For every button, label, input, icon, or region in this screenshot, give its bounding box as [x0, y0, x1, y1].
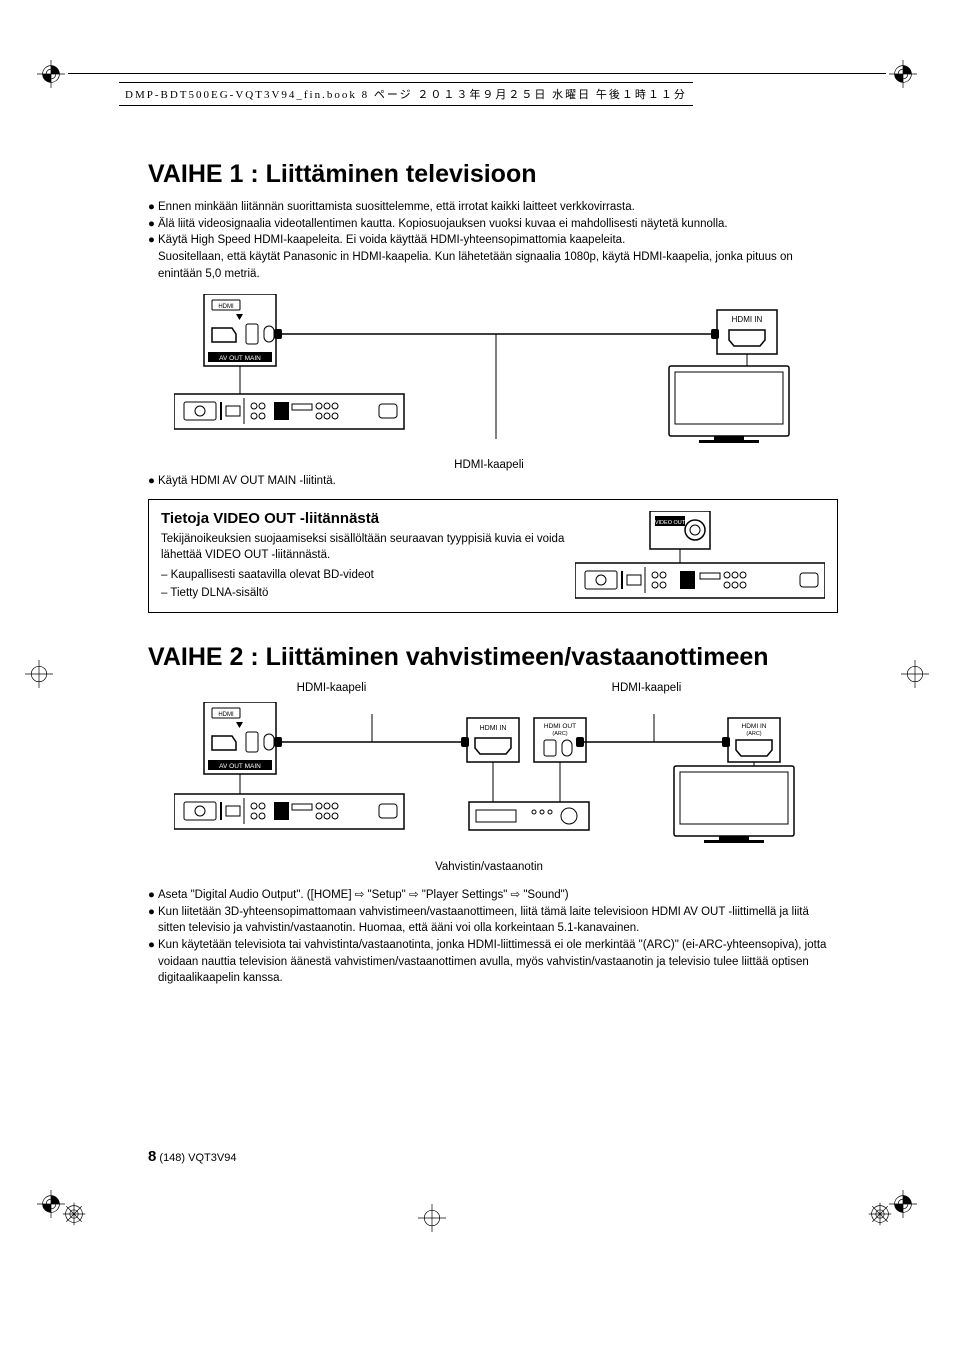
- s1-b2: Älä liitä videosignaalia videotallentime…: [158, 216, 728, 233]
- section1-title: VAIHE 1 : Liittäminen televisioon: [148, 160, 838, 189]
- info-d2: – Tietty DLNA-sisältö: [161, 585, 565, 602]
- s1-b1: Ennen minkään liitännän suorittamista su…: [158, 199, 635, 216]
- s1-b3: Käytä High Speed HDMI-kaapeleita. Ei voi…: [158, 232, 625, 249]
- crop-mark-bm: [418, 1204, 446, 1232]
- crop-mark-wheel-l: [60, 1200, 88, 1228]
- svg-text:HDMI OUT: HDMI OUT: [544, 723, 576, 730]
- crop-mark-tl: [37, 60, 65, 88]
- section2-bullets: ●Aseta "Digital Audio Output". ([HOME] ⇨…: [148, 887, 838, 987]
- doc-header: DMP-BDT500EG-VQT3V94_fin.book 8 ページ ２０１３…: [119, 82, 693, 106]
- amp-label: Vahvistin/vastaanotin: [174, 861, 804, 873]
- crop-mark-mr: [901, 660, 929, 688]
- svg-text:AV OUT MAIN: AV OUT MAIN: [219, 763, 261, 770]
- section2-title: VAIHE 2 : Liittäminen vahvistimeen/vasta…: [148, 643, 838, 672]
- s1-b3-sub: Suositellaan, että käytät Panasonic in H…: [148, 249, 838, 282]
- videoout-diagram: VIDEO OUT: [575, 511, 825, 601]
- info-p1: Tekijänoikeuksien suojaamiseksi sisällöl…: [161, 532, 565, 563]
- page-number: 8: [148, 1148, 156, 1165]
- hdmi-cable-label-left: HDMI-kaapeli: [174, 682, 489, 694]
- page-footer: 8 (148) VQT3V94: [148, 1148, 236, 1165]
- hdmi-cable-label-1: HDMI-kaapeli: [174, 459, 804, 471]
- svg-text:AV OUT MAIN: AV OUT MAIN: [219, 355, 261, 362]
- crop-mark-ml: [25, 660, 53, 688]
- crop-mark-tr: [889, 60, 917, 88]
- page-ref: (148) VQT3V94: [159, 1152, 236, 1164]
- s2-b3: Kun käytetään televisiota tai vahvistint…: [158, 937, 838, 987]
- svg-text:HDMI IN: HDMI IN: [742, 723, 767, 730]
- svg-text:HDMI IN: HDMI IN: [732, 315, 763, 324]
- svg-text:HDMI: HDMI: [218, 304, 234, 310]
- info-title: Tietoja VIDEO OUT -liitännästä: [161, 510, 565, 527]
- info-d1: – Kaupallisesti saatavilla olevat BD-vid…: [161, 567, 565, 584]
- svg-text:VIDEO OUT: VIDEO OUT: [655, 520, 686, 526]
- crop-line: [68, 73, 886, 74]
- svg-text:(ARC): (ARC): [746, 731, 761, 737]
- s1-note: Käytä HDMI AV OUT MAIN -liitintä.: [158, 475, 336, 487]
- section1-bullets: ●Ennen minkään liitännän suorittamista s…: [148, 199, 838, 282]
- svg-text:HDMI: HDMI: [218, 712, 234, 718]
- svg-text:HDMI IN: HDMI IN: [480, 725, 507, 732]
- crop-mark-wheel-r: [866, 1200, 894, 1228]
- s2-b1: Aseta "Digital Audio Output". ([HOME] ⇨ …: [158, 887, 569, 904]
- diagram-tv-connection: HDMI AV OUT MAIN HDMI IN: [174, 294, 804, 454]
- videoout-info-box: Tietoja VIDEO OUT -liitännästä Tekijänoi…: [148, 499, 838, 613]
- hdmi-cable-label-right: HDMI-kaapeli: [489, 682, 804, 694]
- s2-b2: Kun liitetään 3D-yhteensopimattomaan vah…: [158, 904, 838, 937]
- diagram-amp-connection: HDMI AV OUT MAIN: [174, 702, 804, 852]
- svg-text:(ARC): (ARC): [552, 731, 567, 737]
